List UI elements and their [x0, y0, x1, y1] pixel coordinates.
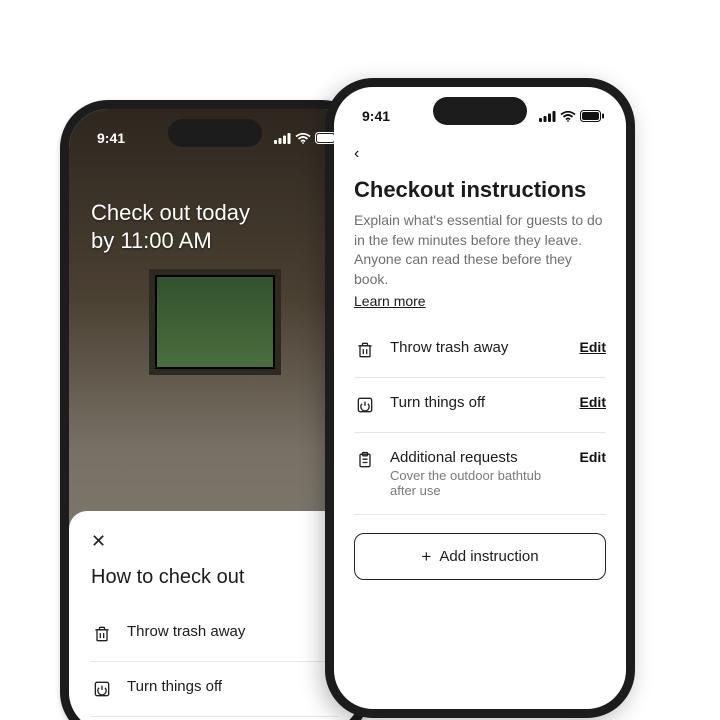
instruction-row: Additional requests Cover the outdoor ba…: [354, 433, 606, 515]
hero-line1: Check out today: [91, 199, 339, 227]
edit-button[interactable]: Edit: [580, 339, 606, 355]
hero-title: Check out today by 11:00 AM: [91, 199, 339, 254]
trash-icon: [354, 339, 376, 361]
status-time: 9:41: [362, 108, 390, 124]
page-title: Checkout instructions: [354, 177, 606, 203]
add-instruction-label: Add instruction: [439, 548, 538, 565]
clipboard-icon: [354, 449, 376, 471]
cellular-icon: [539, 111, 556, 122]
item-title: Additional requests: [390, 449, 566, 466]
phone-host: 9:41 ‹ Checkout instructions Explain wha…: [325, 78, 635, 718]
learn-more-link[interactable]: Learn more: [354, 293, 426, 309]
plus-icon: +: [421, 548, 431, 565]
edit-button[interactable]: Edit: [580, 449, 606, 465]
item-title: Throw trash away: [390, 339, 566, 356]
status-icons: [274, 132, 339, 144]
sheet-title: How to check out: [91, 566, 339, 589]
battery-icon: [580, 110, 604, 122]
item-title: Turn things off: [127, 678, 339, 695]
checkout-sheet: ✕ How to check out Throw trash away Turn…: [69, 511, 361, 720]
status-icons: [539, 110, 604, 122]
item-title: Turn things off: [390, 394, 566, 411]
instruction-row: Throw trash away Edit: [354, 323, 606, 378]
item-subtitle: Cover the outdoor bathtub after use: [390, 468, 566, 498]
list-item: Throw trash away: [91, 607, 339, 662]
notch: [168, 119, 262, 147]
screen-content: ‹ Checkout instructions Explain what's e…: [334, 87, 626, 709]
notch: [433, 97, 527, 125]
hero-line2: by 11:00 AM: [91, 227, 339, 255]
list-item: Turn things off: [91, 662, 339, 717]
close-button[interactable]: ✕: [91, 531, 106, 552]
edit-button[interactable]: Edit: [580, 394, 606, 410]
status-time: 9:41: [97, 130, 125, 146]
hero-window-graphic: [149, 269, 281, 375]
back-button[interactable]: ‹: [354, 145, 606, 163]
phone-guest: 9:41 Check out today by 11:00 AM ✕ How t…: [60, 100, 370, 720]
wifi-icon: [295, 133, 311, 144]
trash-icon: [91, 623, 113, 645]
cellular-icon: [274, 133, 291, 144]
power-icon: [91, 678, 113, 700]
battery-icon: [315, 132, 339, 144]
item-title: Throw trash away: [127, 623, 339, 640]
wifi-icon: [560, 111, 576, 122]
power-icon: [354, 394, 376, 416]
add-instruction-button[interactable]: + Add instruction: [354, 533, 606, 580]
instruction-row: Turn things off Edit: [354, 378, 606, 433]
page-description: Explain what's essential for guests to d…: [354, 211, 606, 289]
